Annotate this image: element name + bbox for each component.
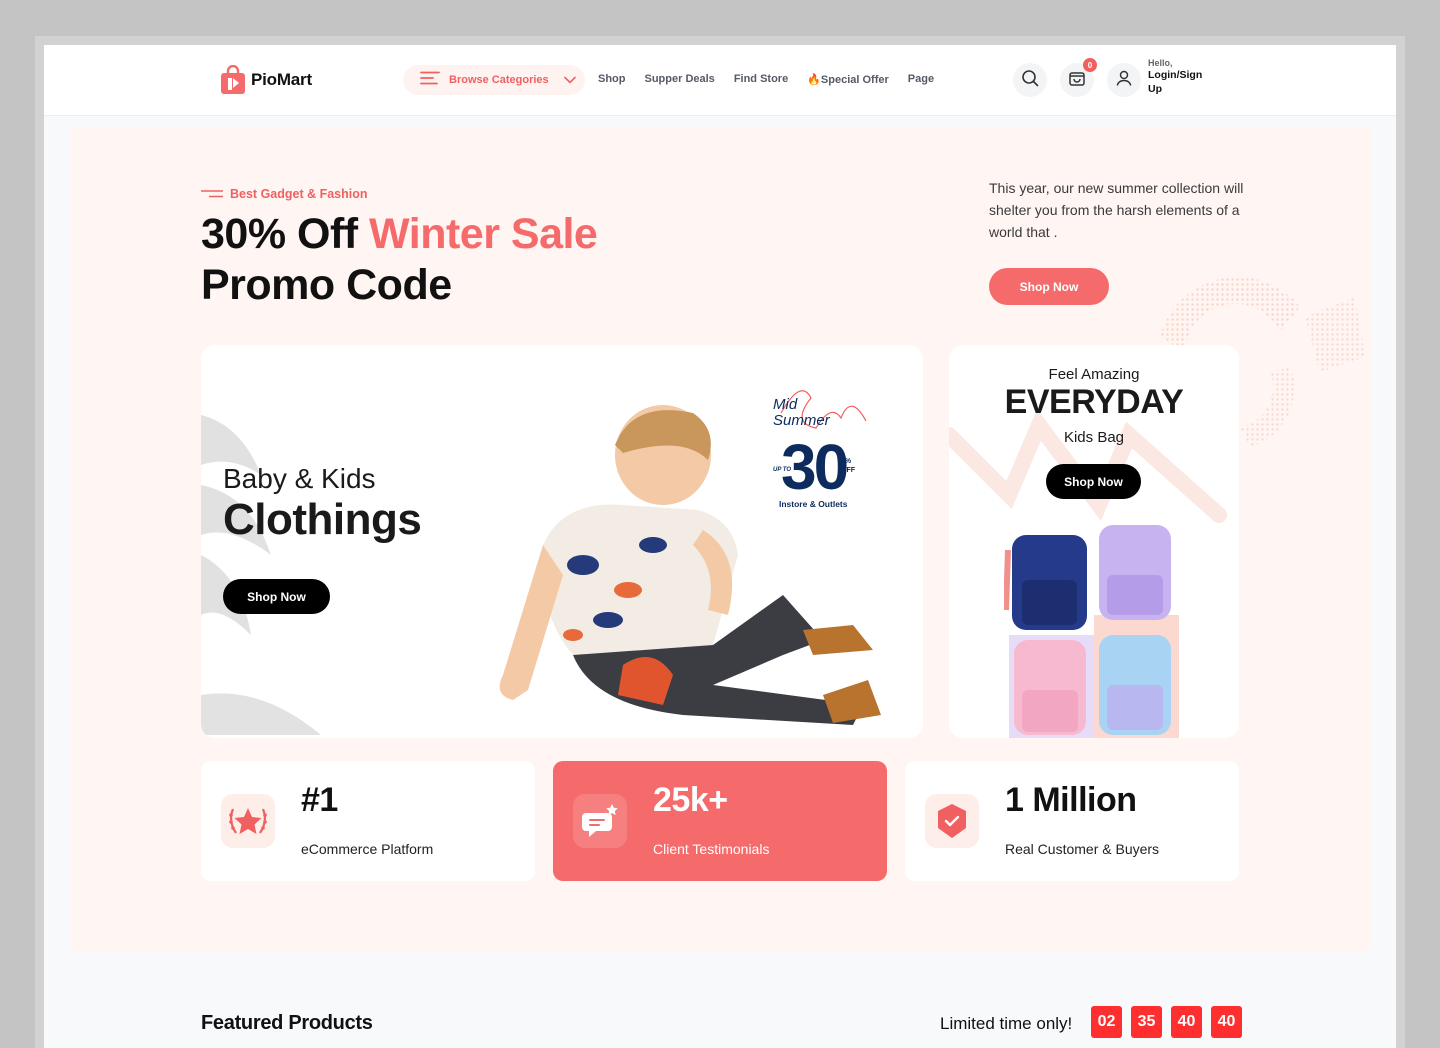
stat-label: Client Testimonials	[653, 841, 770, 857]
bag-title: EVERYDAY	[1004, 383, 1184, 421]
shopping-bag-logo-icon	[220, 64, 246, 95]
kids-bag-banner: Feel Amazing EVERYDAY Kids Bag Shop Now	[949, 345, 1239, 738]
hero-eyebrow: Best Gadget & Fashion	[201, 185, 368, 203]
cart-count-badge: 0	[1083, 58, 1097, 72]
eyebrow-label: Best Gadget & Fashion	[230, 187, 368, 201]
hero-title-accent: Winter Sale	[369, 210, 598, 258]
bag-shop-now-button[interactable]: Shop Now	[1046, 464, 1141, 499]
countdown-days: 02	[1091, 1006, 1122, 1038]
kids-title: Clothings	[223, 495, 422, 544]
nav-page[interactable]: Page	[908, 73, 934, 86]
main-nav: Shop Supper Deals Find Store 🔥Special Of…	[598, 73, 934, 86]
featured-products-title: Featured Products	[201, 1012, 373, 1034]
promo-value: 30	[781, 431, 849, 503]
stat-card-testimonials: 25k+ Client Testimonials	[553, 761, 887, 881]
brand-name: PioMart	[251, 70, 312, 89]
account-link[interactable]: Hello, Login/Sign Up	[1148, 58, 1210, 96]
account-button[interactable]	[1107, 63, 1141, 97]
nav-shop[interactable]: Shop	[598, 73, 626, 86]
browse-categories-label: Browse Categories	[449, 74, 549, 86]
cart-button[interactable]: 0	[1060, 58, 1097, 97]
bag-kicker: Feel Amazing	[1048, 366, 1140, 383]
hero-shop-now-button[interactable]: Shop Now	[989, 268, 1109, 305]
login-signup-link[interactable]: Login/Sign Up	[1148, 68, 1210, 96]
countdown-seconds: 40	[1211, 1006, 1242, 1038]
stat-label: eCommerce Platform	[301, 841, 434, 857]
hero-section: Best Gadget & Fashion 30% Off Winter Sal…	[70, 127, 1372, 951]
promo-footer: Instore & Outlets	[779, 499, 848, 509]
stat-card-customers: 1 Million Real Customer & Buyers	[905, 761, 1239, 881]
hero-title: 30% Off Winter Sale Promo Code	[201, 209, 598, 311]
bag-subtitle: Kids Bag	[1063, 429, 1125, 446]
browse-categories-button[interactable]: Browse Categories	[403, 65, 585, 95]
limited-time-label: Limited time only!	[940, 1014, 1073, 1033]
chevron-down-icon	[563, 71, 576, 89]
promo-line1: Mid	[773, 396, 798, 413]
shield-check-icon	[925, 794, 979, 848]
palm-leaves-decoration	[201, 415, 321, 735]
kids-subtitle: Baby & Kids	[223, 463, 376, 494]
lines-icon	[201, 185, 223, 203]
chat-star-icon	[573, 794, 627, 848]
hero-title-dark: 30% Off	[201, 210, 370, 258]
kids-shop-now-button[interactable]: Shop Now	[223, 579, 330, 614]
greeting: Hello,	[1148, 58, 1173, 68]
cart-icon	[1068, 69, 1086, 92]
search-icon	[1021, 69, 1039, 92]
nav-find-store[interactable]: Find Store	[734, 73, 788, 86]
search-button[interactable]	[1013, 63, 1047, 97]
award-star-icon	[221, 794, 275, 848]
promo-mid-summer: Mid Summer	[773, 397, 830, 429]
countdown-timer: 02 35 40 40	[1091, 1006, 1242, 1038]
promo-pct: %	[844, 458, 852, 465]
nav-supper-deals[interactable]: Supper Deals	[645, 73, 715, 86]
promo-off: OFF	[841, 467, 855, 474]
menu-lines-icon	[420, 71, 440, 90]
logo[interactable]: PioMart	[220, 64, 312, 95]
user-icon	[1115, 69, 1133, 92]
promo-line2: Summer	[773, 412, 830, 429]
stat-label: Real Customer & Buyers	[1005, 841, 1160, 857]
stat-value: #1	[301, 781, 338, 819]
promo-percent-off: % OFF	[841, 457, 855, 475]
nav-special-offer[interactable]: 🔥Special Offer	[807, 73, 889, 86]
kids-clothing-banner: Baby & Kids Clothings Shop Now Mid Summe…	[201, 345, 923, 738]
stat-card-platform: #1 eCommerce Platform	[201, 761, 535, 881]
countdown-hours: 35	[1131, 1006, 1162, 1038]
stat-value: 1 Million	[1005, 781, 1137, 819]
stat-value: 25k+	[653, 781, 728, 819]
backpacks-image	[1004, 525, 1179, 738]
site-header: PioMart Browse Categories Shop Supper De…	[44, 45, 1396, 116]
hero-title-line2: Promo Code	[201, 261, 452, 309]
page: PioMart Browse Categories Shop Supper De…	[44, 45, 1396, 1048]
hero-description: This year, our new summer collection wil…	[989, 180, 1244, 240]
mid-summer-promo-badge: Mid Summer UP TO 30 % OFF Instore & Outlet…	[771, 383, 871, 513]
countdown-minutes: 40	[1171, 1006, 1202, 1038]
